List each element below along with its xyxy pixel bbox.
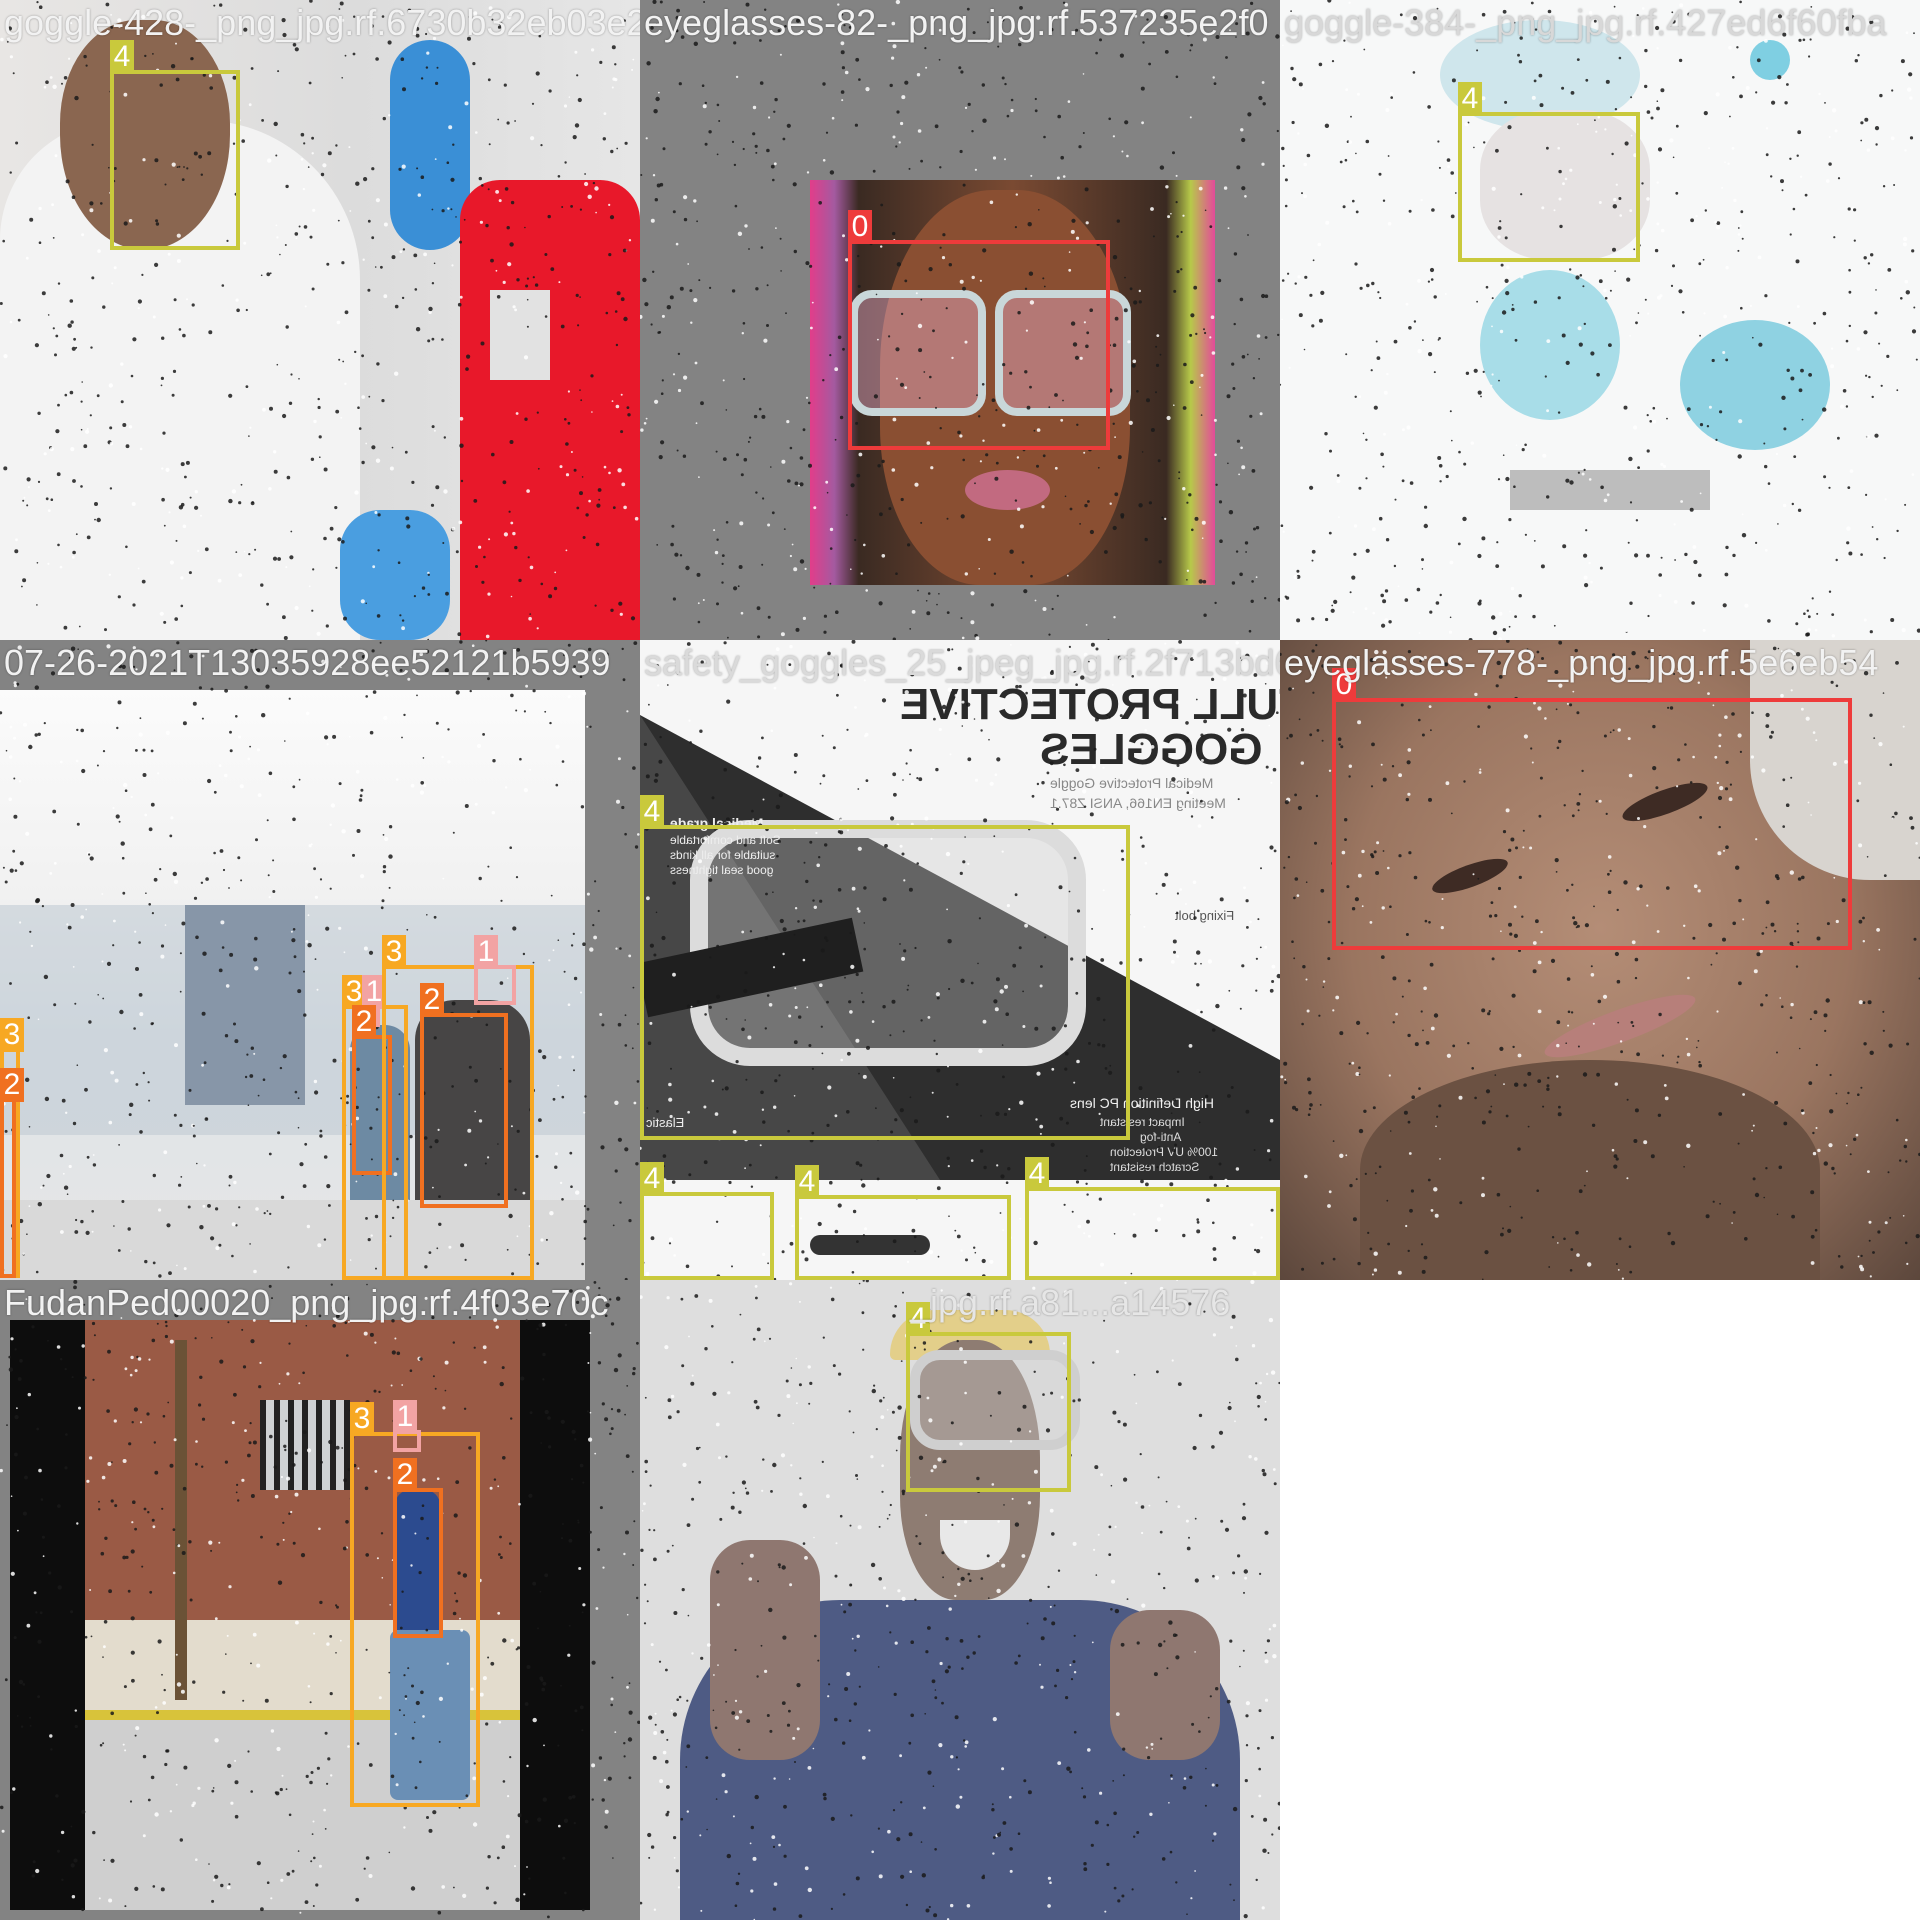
- mosaic-grid: goggle-428-_png_jpg.rf.6730b32eb03e2d5fa…: [0, 0, 1920, 1920]
- poster-title-line-2: GOGGLES: [1040, 725, 1263, 774]
- class-label: 2: [420, 983, 444, 1017]
- class-label: 3: [350, 1402, 374, 1436]
- blue-glove: [390, 40, 470, 250]
- poster-title-line-1: FULL PROTECTIVE: [900, 680, 1280, 729]
- class-label: 4: [795, 1165, 819, 1199]
- image-filename: 07-26-2021T13035928ee52121b5939: [4, 642, 611, 683]
- class-label: 4: [110, 40, 134, 74]
- detection-box: 4: [906, 1302, 1071, 1492]
- cyan-glove-right: [1680, 320, 1830, 450]
- tile-office-07-26-2021: 07-26-2021T13035928ee52121b5939 3 2 3 1 …: [0, 640, 640, 1280]
- poster-scratch: Scratch resistant: [1110, 1160, 1200, 1174]
- blue-glove-lower: [340, 510, 450, 640]
- tile-eyeglasses-778: eyeglasses-778-_png_jpg.rf.5e6eb54 0: [1280, 640, 1920, 1280]
- class-label: 3: [0, 1018, 24, 1052]
- poster-fixing-bolt: Fixing bolt: [1175, 908, 1235, 923]
- lips: [965, 470, 1050, 510]
- image-filename: eyeglasses-82-_png_jpg.rf.537235e2f0: [644, 2, 1269, 43]
- poster-antifog: Anti-fog: [1140, 1130, 1182, 1144]
- poster-uv: 100% UV Protection: [1110, 1145, 1219, 1159]
- left-thumb-hand: [710, 1540, 820, 1760]
- detection-box: 4: [1025, 1157, 1280, 1280]
- detection-box: 0: [1332, 668, 1852, 950]
- class-label: 2: [0, 1068, 24, 1102]
- tile-thumbs-up-goggles: _jpg.rf.a81...a14576 4: [640, 1280, 1280, 1920]
- poster-standard: Meeting EN166, ANSI Z87.1: [1050, 795, 1226, 811]
- class-label: 0: [848, 210, 872, 244]
- detection-box: 1: [393, 1400, 421, 1452]
- detection-box: 2: [0, 1068, 24, 1278]
- red-object: [460, 180, 640, 640]
- class-label: 1: [393, 1400, 417, 1434]
- class-label: 4: [640, 1162, 664, 1196]
- image-filename: safety_goggles_25_jpeg_jpg.rf.2f713bd677: [644, 642, 1280, 683]
- detection-box: 4: [640, 795, 1130, 1140]
- beard: [1360, 1060, 1820, 1280]
- image-filename: _jpg.rf.a81...a14576: [910, 1282, 1231, 1323]
- class-label: 4: [1025, 1157, 1049, 1191]
- detection-box: 2: [393, 1458, 443, 1638]
- tile-eyeglasses-82: eyeglasses-82-_png_jpg.rf.537235e2f0 0: [640, 0, 1280, 640]
- detection-box: 4: [640, 1162, 774, 1280]
- detection-box: 0: [848, 210, 1110, 450]
- class-label: 1: [474, 935, 498, 969]
- window-grid: [260, 1400, 350, 1490]
- class-label: 4: [1458, 82, 1482, 116]
- wall-poster: [185, 905, 305, 1105]
- tile-fudanped-00020: FudanPed00020_png_jpg.rf.4f03e70c 3 1 2: [0, 1280, 640, 1920]
- class-label: 2: [352, 1005, 376, 1039]
- image-filename: goggle-428-_png_jpg.rf.6730b32eb03e2d5fa: [4, 2, 640, 43]
- cyan-glove-left: [1480, 270, 1620, 420]
- cyan-spot: [1750, 40, 1790, 80]
- class-label: 3: [382, 935, 406, 969]
- image-filename: eyeglasses-778-_png_jpg.rf.5e6eb54: [1284, 642, 1879, 683]
- class-label: 2: [393, 1458, 417, 1492]
- detection-box: 4: [795, 1165, 1011, 1280]
- red-object-window: [490, 290, 550, 380]
- detection-box: 1: [474, 935, 516, 1005]
- detection-box: 2: [420, 983, 508, 1208]
- tile-goggle-384: goggle-384-_png_jpg.rf.427ed6f60fba 4: [1280, 0, 1920, 640]
- image-filename: FudanPed00020_png_jpg.rf.4f03e70c: [4, 1282, 609, 1323]
- right-fist: [1110, 1610, 1220, 1760]
- detection-box: 4: [110, 40, 240, 250]
- tree-trunk: [175, 1340, 187, 1700]
- detection-box: 4: [1458, 82, 1640, 262]
- poster-subtitle: Medical Protective Goggle: [1050, 775, 1214, 791]
- class-label: 4: [640, 795, 664, 829]
- tile-safety-goggles-25: FULL PROTECTIVE GOGGLES Medical Protecti…: [640, 640, 1280, 1280]
- tile-goggle-428: goggle-428-_png_jpg.rf.6730b32eb03e2d5fa…: [0, 0, 640, 640]
- grey-equipment: [1510, 470, 1710, 510]
- image-filename: goggle-384-_png_jpg.rf.427ed6f60fba: [1284, 2, 1887, 43]
